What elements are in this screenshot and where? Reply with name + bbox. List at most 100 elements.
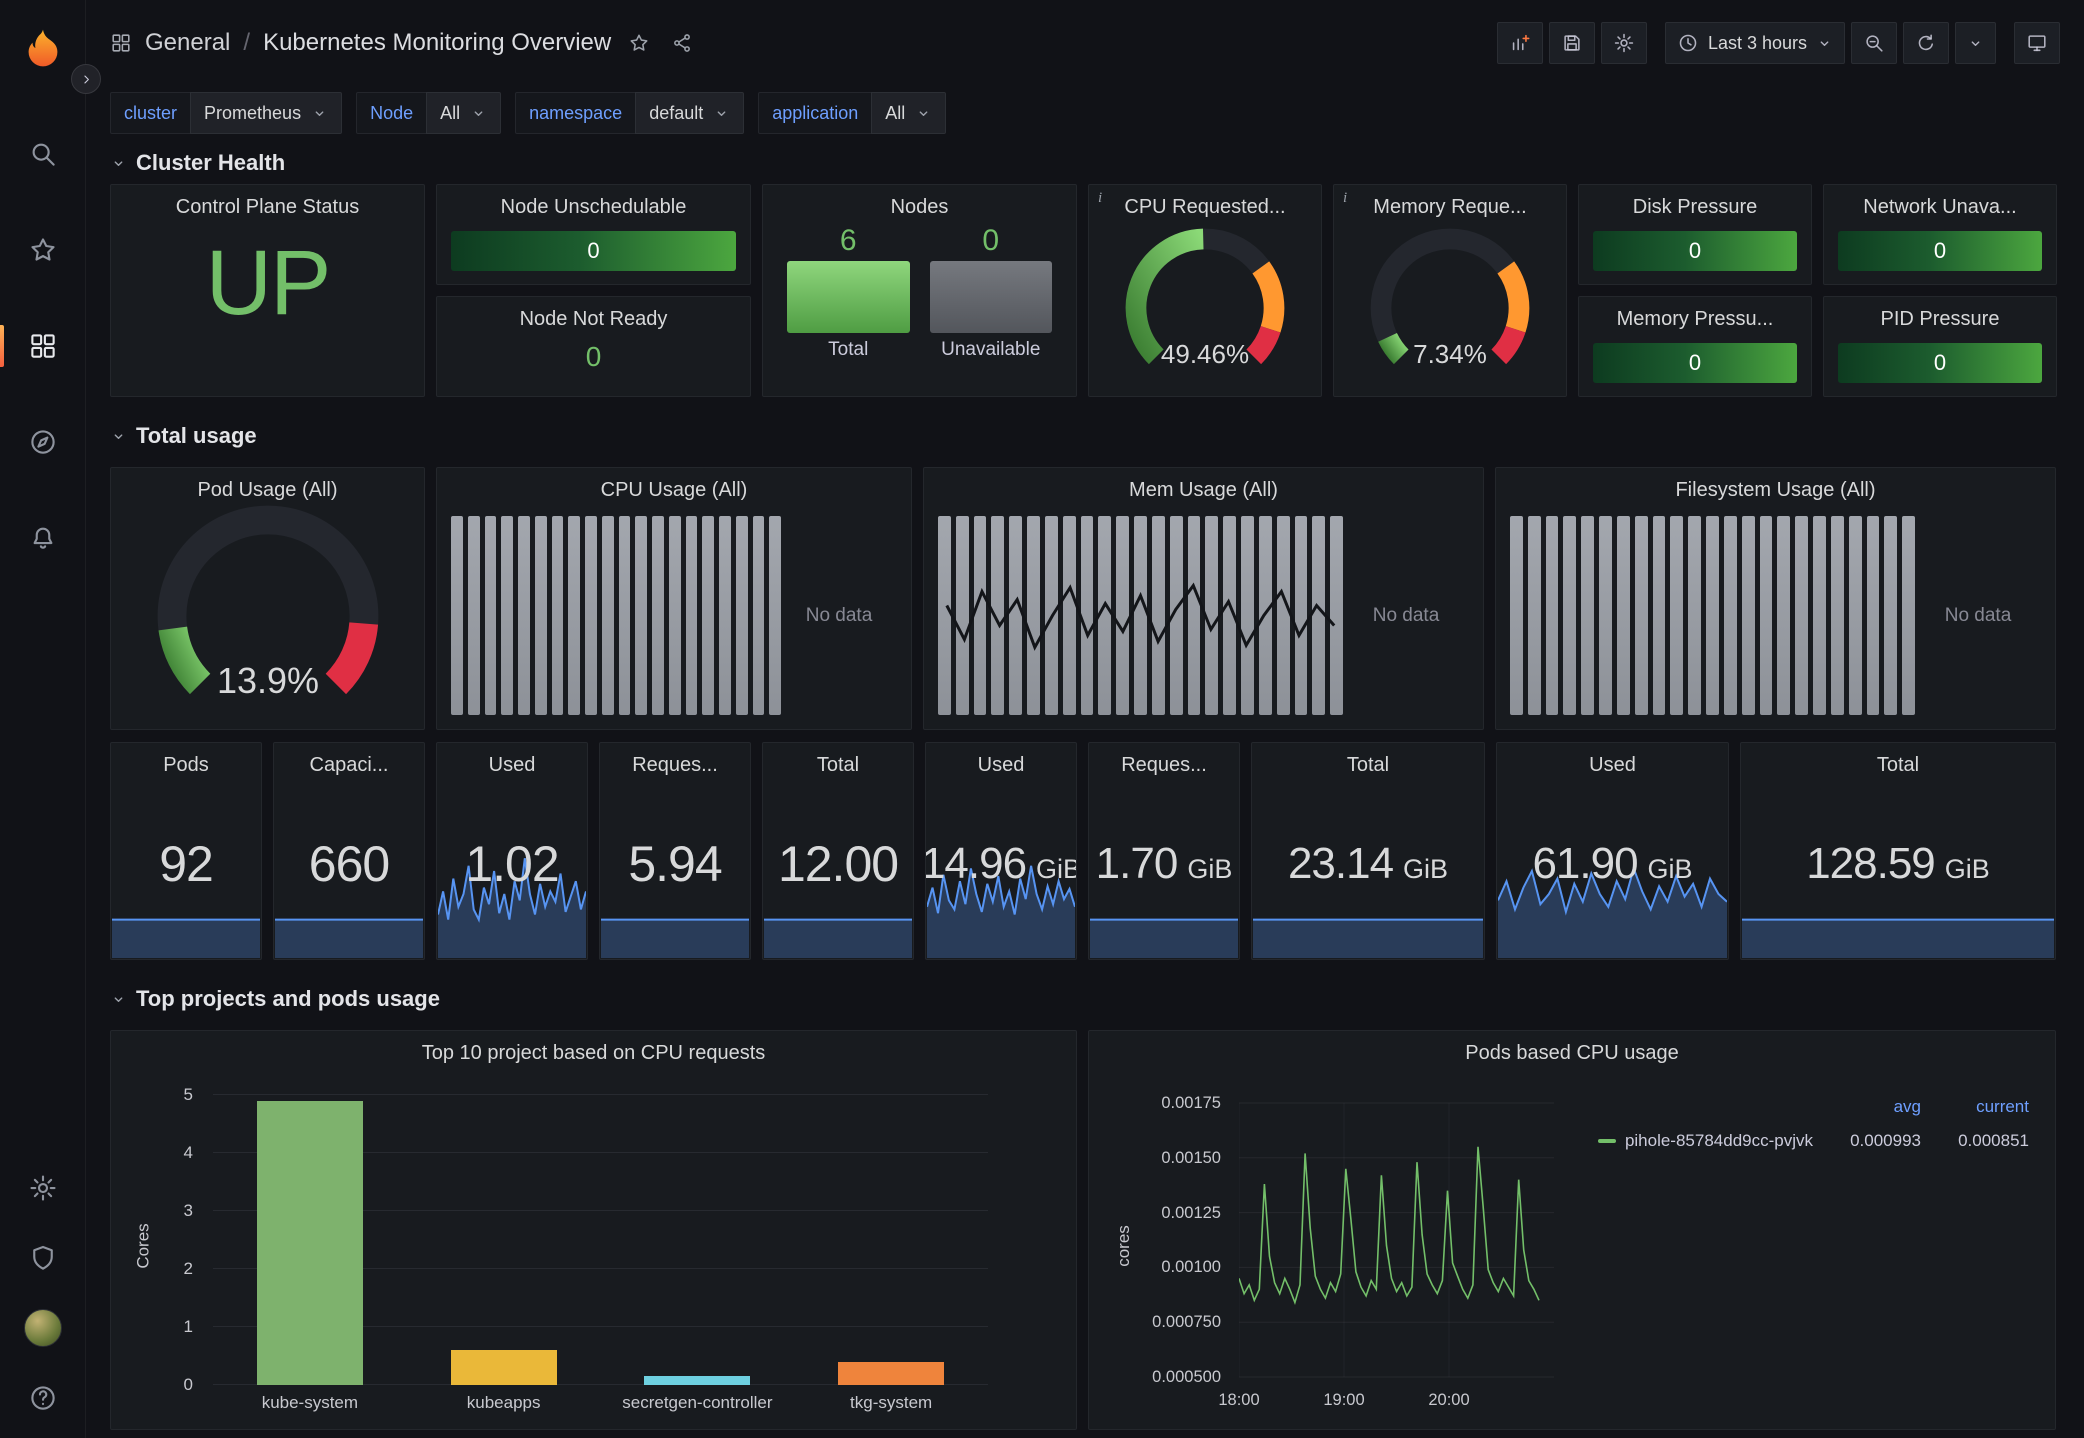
add-panel-button[interactable] — [1497, 22, 1543, 64]
svg-text:13.9%: 13.9% — [216, 660, 318, 701]
sidebar-item-explore[interactable] — [0, 414, 85, 470]
panel-title[interactable]: Network Unava... — [1824, 185, 2056, 221]
legend-header-avg[interactable]: avg — [1813, 1097, 1921, 1117]
sidebar-item-dashboards[interactable] — [0, 318, 85, 374]
dashboard-settings-button[interactable] — [1601, 22, 1647, 64]
chevron-down-icon — [915, 105, 932, 122]
panel-title[interactable]: Top 10 project based on CPU requests — [111, 1031, 1076, 1067]
gear-icon — [1613, 32, 1635, 54]
sidebar-item-server-admin[interactable] — [0, 1238, 85, 1278]
cpu-requested-gauge: 49.46% — [1107, 223, 1303, 385]
favorite-dashboard-button[interactable] — [624, 28, 654, 58]
panel-title[interactable]: Used — [437, 743, 587, 779]
page-title: Kubernetes Monitoring Overview — [263, 29, 611, 57]
breadcrumb-folder[interactable]: General — [145, 29, 230, 57]
save-dashboard-button[interactable] — [1549, 22, 1595, 64]
section-title: Top projects and pods usage — [136, 986, 440, 1012]
variable-application-dropdown[interactable]: All — [871, 92, 946, 134]
variable-namespace-dropdown[interactable]: default — [635, 92, 744, 134]
fs-usage-body: No data — [1510, 516, 2041, 715]
panel-title[interactable]: Nodes — [763, 185, 1076, 221]
panel-cpu-usage: CPU Usage (All) No data — [436, 467, 912, 730]
panel-title[interactable]: Used — [1497, 743, 1728, 779]
bar-tkg-system — [838, 1362, 944, 1385]
panel-info-icon[interactable]: i — [1098, 190, 1102, 207]
sidebar-item-profile[interactable] — [0, 1308, 85, 1348]
panel-title[interactable]: PID Pressure — [1824, 297, 2056, 333]
panel-title[interactable]: Reques... — [1089, 743, 1239, 779]
panel-top10-cpu-requests: Top 10 project based on CPU requests Cor… — [110, 1030, 1077, 1430]
variable-cluster-value: Prometheus — [204, 103, 301, 124]
refresh-interval-dropdown[interactable] — [1955, 22, 1996, 64]
pid-pressure-bar: 0 — [1838, 343, 2042, 383]
panel-title[interactable]: Total — [763, 743, 913, 779]
gear-icon — [28, 1173, 58, 1203]
panel-title[interactable]: Filesystem Usage (All) — [1496, 468, 2055, 504]
panel-stat-cpu-requested: Reques... 5.94 — [599, 742, 751, 960]
section-cluster-health[interactable]: Cluster Health — [110, 142, 2060, 184]
stat-value: 12.00 — [778, 835, 898, 893]
panel-title[interactable]: Pods — [111, 743, 261, 779]
section-total-usage[interactable]: Total usage — [110, 415, 2060, 457]
refresh-button[interactable] — [1903, 22, 1949, 64]
section-top-projects[interactable]: Top projects and pods usage — [110, 978, 2060, 1020]
legend-avg-value: 0.000993 — [1813, 1131, 1921, 1151]
variable-cluster-dropdown[interactable]: Prometheus — [190, 92, 342, 134]
series-color-swatch — [1598, 1139, 1616, 1143]
sidebar-item-help[interactable] — [0, 1378, 85, 1418]
nodes-total-value: 6 — [787, 221, 910, 261]
panel-title[interactable]: Pods based CPU usage — [1089, 1031, 2055, 1067]
grafana-app: General / Kubernetes Monitoring Overview — [0, 0, 2084, 1438]
clock-icon — [1677, 32, 1699, 54]
panel-title[interactable]: Node Not Ready — [437, 297, 750, 333]
stats-row: Pods 92 Capaci... 660 Used 1.02 Reques..… — [110, 742, 2060, 960]
legend-header-current[interactable]: current — [1921, 1097, 2029, 1117]
stat-value: 92 — [159, 835, 213, 893]
bell-icon — [28, 523, 58, 553]
time-range-picker[interactable]: Last 3 hours — [1665, 22, 1845, 64]
panel-title[interactable]: CPU Requested... — [1089, 185, 1321, 221]
panel-title[interactable]: Total — [1741, 743, 2055, 779]
panel-info-icon[interactable]: i — [1343, 190, 1347, 207]
search-icon — [28, 139, 58, 169]
panel-filesystem-usage: Filesystem Usage (All) No data — [1495, 467, 2056, 730]
apps-grid-icon — [110, 32, 132, 54]
panel-title[interactable]: Disk Pressure — [1579, 185, 1811, 221]
sidebar-item-starred[interactable] — [0, 222, 85, 278]
panel-title[interactable]: Pod Usage (All) — [111, 468, 424, 504]
share-dashboard-button[interactable] — [667, 28, 697, 58]
panel-title[interactable]: Total — [1252, 743, 1484, 779]
panel-title[interactable]: Memory Reque... — [1334, 185, 1566, 221]
grafana-logo[interactable] — [19, 26, 67, 74]
y-axis-ticks: 012345 — [141, 1095, 203, 1385]
panel-stat-capacity: Capaci... 660 — [273, 742, 425, 960]
sidebar-expand-button[interactable] — [71, 64, 101, 94]
zoom-out-time-button[interactable] — [1851, 22, 1897, 64]
chevron-down-icon — [1967, 35, 1984, 52]
legend-series[interactable]: pihole-85784dd9cc-pvjvk — [1598, 1131, 1813, 1151]
panel-title[interactable]: Node Unschedulable — [437, 185, 750, 221]
panel-title[interactable]: Mem Usage (All) — [924, 468, 1483, 504]
panel-title[interactable]: Memory Pressu... — [1579, 297, 1811, 333]
variable-application-value: All — [885, 103, 905, 124]
variable-application: application All — [758, 92, 946, 134]
tv-mode-button[interactable] — [2014, 22, 2060, 64]
mem-usage-lcd-gauge — [938, 516, 1343, 715]
sidebar-item-search[interactable] — [0, 126, 85, 182]
sidebar-item-configuration[interactable] — [0, 1168, 85, 1208]
variable-namespace-value: default — [649, 103, 703, 124]
stat-value: 5.94 — [628, 835, 721, 893]
variable-cluster-label: cluster — [110, 92, 190, 134]
panel-stat-cpu-used: Used 1.02 — [436, 742, 588, 960]
panel-title[interactable]: CPU Usage (All) — [437, 468, 911, 504]
sidebar-item-alerting[interactable] — [0, 510, 85, 566]
variable-node-dropdown[interactable]: All — [426, 92, 501, 134]
variable-application-label: application — [758, 92, 871, 134]
nodes-total-bar — [787, 261, 910, 333]
panel-mem-usage: Mem Usage (All) No data — [923, 467, 1484, 730]
panel-pid-pressure: PID Pressure 0 — [1823, 296, 2057, 397]
panel-title[interactable]: Reques... — [600, 743, 750, 779]
panel-title[interactable]: Control Plane Status — [111, 185, 424, 221]
panel-title[interactable]: Capaci... — [274, 743, 424, 779]
panel-title[interactable]: Used — [926, 743, 1076, 779]
